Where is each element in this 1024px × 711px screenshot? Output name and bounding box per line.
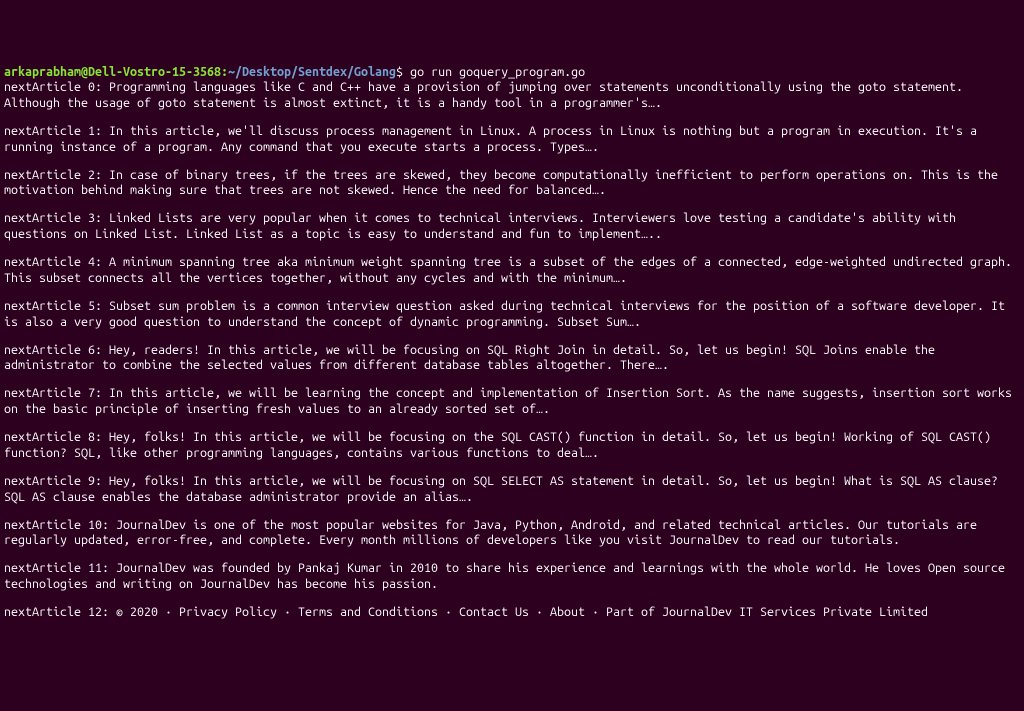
prompt-path: ~/Desktop/Sentdex/Golang xyxy=(228,65,396,79)
prompt-user: arkaprabham@Dell-Vostro-15-3568 xyxy=(4,65,221,79)
articles-container: nextArticle 0: Programming languages lik… xyxy=(4,80,1020,621)
article-3: nextArticle 3: Linked Lists are very pop… xyxy=(4,211,1020,242)
prompt-sigil: $ xyxy=(396,65,403,79)
article-1: nextArticle 1: In this article, we'll di… xyxy=(4,124,1020,155)
article-6: nextArticle 6: Hey, readers! In this art… xyxy=(4,343,1020,374)
article-9: nextArticle 9: Hey, folks! In this artic… xyxy=(4,474,1020,505)
prompt-line: arkaprabham@Dell-Vostro-15-3568:~/Deskto… xyxy=(4,65,585,79)
article-4: nextArticle 4: A minimum spanning tree a… xyxy=(4,255,1020,286)
article-2: nextArticle 2: In case of binary trees, … xyxy=(4,168,1020,199)
command-text: go run goquery_program.go xyxy=(410,65,585,79)
article-5: nextArticle 5: Subset sum problem is a c… xyxy=(4,299,1020,330)
terminal-output[interactable]: arkaprabham@Dell-Vostro-15-3568:~/Deskto… xyxy=(4,65,1020,621)
article-10: nextArticle 10: JournalDev is one of the… xyxy=(4,518,1020,549)
article-0: nextArticle 0: Programming languages lik… xyxy=(4,80,1020,111)
article-11: nextArticle 11: JournalDev was founded b… xyxy=(4,561,1020,592)
article-8: nextArticle 8: Hey, folks! In this artic… xyxy=(4,430,1020,461)
article-7: nextArticle 7: In this article, we will … xyxy=(4,386,1020,417)
article-12: nextArticle 12: © 2020 · Privacy Policy … xyxy=(4,605,1020,621)
prompt-colon: : xyxy=(221,65,228,79)
